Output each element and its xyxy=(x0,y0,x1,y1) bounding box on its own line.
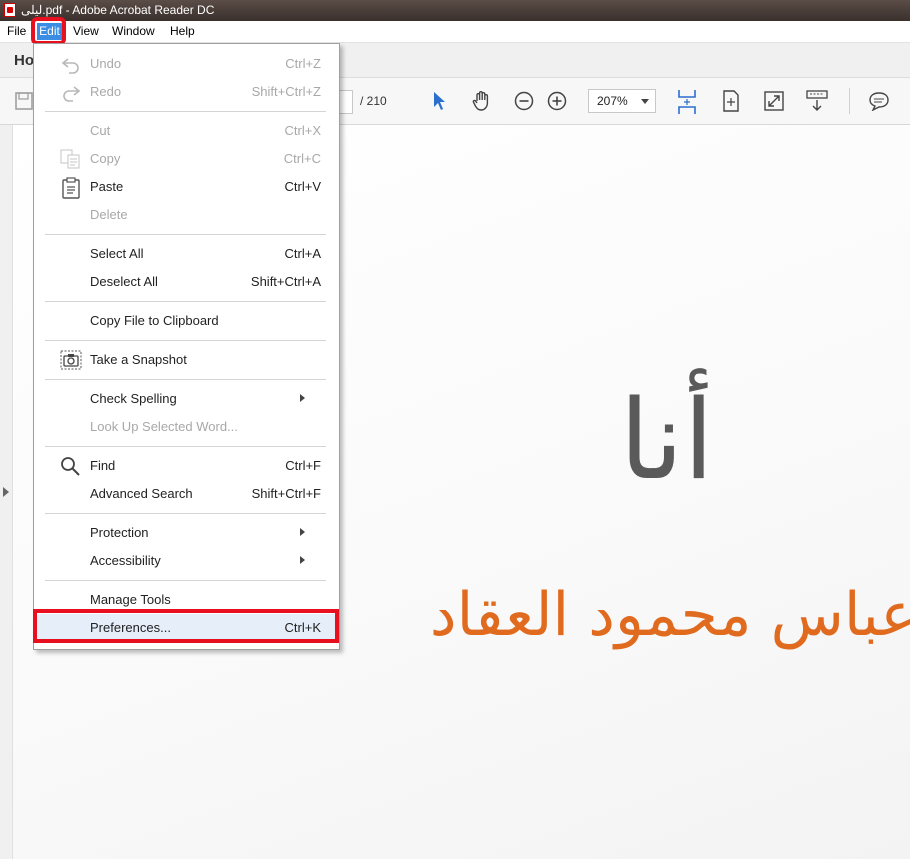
read-mode-icon[interactable] xyxy=(805,90,829,112)
advanced-search-label: Advanced Search xyxy=(90,486,193,501)
menu-item-accessibility[interactable]: Accessibility xyxy=(34,547,339,575)
cut-shortcut: Ctrl+X xyxy=(284,123,321,138)
copy-icon xyxy=(60,149,82,169)
look-up-label: Look Up Selected Word... xyxy=(90,419,238,434)
menu-separator xyxy=(45,234,326,235)
search-icon xyxy=(60,456,82,476)
zoom-level-value: 207% xyxy=(597,94,628,108)
zoom-level-dropdown[interactable]: 207% xyxy=(588,89,656,113)
menu-separator xyxy=(45,111,326,112)
menu-item-deselect-all[interactable]: Deselect All Shift+Ctrl+A xyxy=(34,268,339,296)
menu-item-look-up-word[interactable]: Look Up Selected Word... xyxy=(34,413,339,441)
menu-item-redo[interactable]: Redo Shift+Ctrl+Z xyxy=(34,78,339,106)
paste-clipboard-icon xyxy=(60,177,82,199)
menu-item-undo[interactable]: Undo Ctrl+Z xyxy=(34,50,339,78)
deselect-all-label: Deselect All xyxy=(90,274,158,289)
toolbar-divider xyxy=(849,88,850,114)
menu-item-protection[interactable]: Protection xyxy=(34,519,339,547)
delete-label: Delete xyxy=(90,207,128,222)
zoom-in-icon[interactable] xyxy=(547,91,567,111)
advanced-search-shortcut: Shift+Ctrl+F xyxy=(251,486,321,501)
protection-label: Protection xyxy=(90,525,149,540)
snapshot-label: Take a Snapshot xyxy=(90,352,187,367)
menu-item-copy[interactable]: Copy Ctrl+C xyxy=(34,145,339,173)
menu-item-copy-file-to-clipboard[interactable]: Copy File to Clipboard xyxy=(34,307,339,335)
page-total: / 210 xyxy=(360,94,387,108)
select-cursor-icon[interactable] xyxy=(428,90,450,112)
document-author-text: عباس محمود العقاد xyxy=(429,580,910,650)
menu-item-find[interactable]: Find Ctrl+F xyxy=(34,452,339,480)
copy-label: Copy xyxy=(90,151,121,166)
menu-item-check-spelling[interactable]: Check Spelling xyxy=(34,385,339,413)
check-spelling-label: Check Spelling xyxy=(90,391,177,406)
select-all-shortcut: Ctrl+A xyxy=(284,246,321,261)
zoom-out-icon[interactable] xyxy=(514,91,534,111)
manage-tools-label: Manage Tools xyxy=(90,592,171,607)
cut-label: Cut xyxy=(90,123,111,138)
menu-item-take-snapshot[interactable]: Take a Snapshot xyxy=(34,346,339,374)
find-shortcut: Ctrl+F xyxy=(285,458,321,473)
menu-separator xyxy=(45,446,326,447)
menu-item-delete[interactable]: Delete xyxy=(34,201,339,229)
undo-icon xyxy=(60,54,82,74)
redo-label: Redo xyxy=(90,84,122,99)
hand-tool-icon[interactable] xyxy=(470,89,494,113)
fit-page-icon[interactable] xyxy=(675,89,699,115)
copy-file-label: Copy File to Clipboard xyxy=(90,313,219,328)
expand-panel-arrow-icon[interactable] xyxy=(3,487,9,497)
chevron-down-icon xyxy=(641,99,649,104)
menu-help[interactable]: Help xyxy=(170,24,195,38)
camera-snapshot-icon xyxy=(60,350,82,370)
menu-item-advanced-search[interactable]: Advanced Search Shift+Ctrl+F xyxy=(34,480,339,508)
redo-shortcut: Shift+Ctrl+Z xyxy=(251,84,321,99)
redo-icon xyxy=(60,82,82,102)
menu-window[interactable]: Window xyxy=(112,24,155,38)
comment-icon[interactable] xyxy=(867,90,891,112)
menu-item-cut[interactable]: Cut Ctrl+X xyxy=(34,117,339,145)
edit-highlight-box xyxy=(31,17,66,45)
pdf-app-icon xyxy=(4,3,16,17)
paste-shortcut: Ctrl+V xyxy=(284,179,321,194)
menu-view[interactable]: View xyxy=(73,24,99,38)
menu-separator xyxy=(45,580,326,581)
title-bar: لیلی.pdf - Adobe Acrobat Reader DC xyxy=(0,0,910,21)
copy-shortcut: Ctrl+C xyxy=(283,151,321,166)
save-icon[interactable] xyxy=(14,91,34,111)
menu-bar: File View Window Help xyxy=(0,21,910,43)
undo-shortcut: Ctrl+Z xyxy=(285,56,321,71)
document-title-text: أنا xyxy=(619,376,714,504)
menu-item-paste[interactable]: Paste Ctrl+V xyxy=(34,173,339,201)
select-all-label: Select All xyxy=(90,246,144,261)
menu-file[interactable]: File xyxy=(7,24,26,38)
fit-width-icon[interactable] xyxy=(720,90,742,112)
find-label: Find xyxy=(90,458,116,473)
menu-separator xyxy=(45,379,326,380)
edit-menu-dropdown: Undo Ctrl+Z Redo Shift+Ctrl+Z Cut Ctrl+X… xyxy=(33,43,340,650)
page-number-input[interactable] xyxy=(338,90,353,114)
left-panel-strip xyxy=(0,125,13,859)
submenu-arrow-icon xyxy=(300,528,305,536)
menu-separator xyxy=(45,340,326,341)
accessibility-label: Accessibility xyxy=(90,553,161,568)
submenu-arrow-icon xyxy=(300,556,305,564)
window-title: لیلی.pdf - Adobe Acrobat Reader DC xyxy=(21,3,215,17)
undo-label: Undo xyxy=(90,56,122,71)
full-screen-icon[interactable] xyxy=(763,90,785,112)
preferences-highlight-box xyxy=(33,609,339,643)
paste-label: Paste xyxy=(90,179,124,194)
tab-home[interactable]: Ho xyxy=(14,52,34,69)
submenu-arrow-icon xyxy=(300,394,305,402)
deselect-all-shortcut: Shift+Ctrl+A xyxy=(250,274,321,289)
menu-item-select-all[interactable]: Select All Ctrl+A xyxy=(34,240,339,268)
menu-separator xyxy=(45,513,326,514)
menu-separator xyxy=(45,301,326,302)
